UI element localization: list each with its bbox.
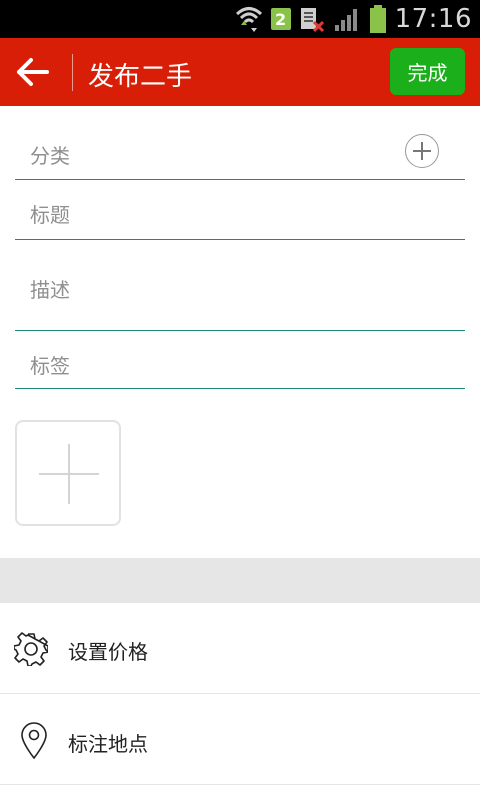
title-placeholder: 标题 bbox=[30, 203, 70, 227]
description-placeholder: 描述 bbox=[30, 278, 70, 302]
no-sim-icon bbox=[300, 8, 324, 33]
location-pin-icon bbox=[21, 722, 47, 759]
header-divider bbox=[72, 54, 73, 91]
add-category-icon[interactable] bbox=[405, 134, 439, 168]
description-field[interactable]: 描述 bbox=[15, 240, 465, 331]
tags-placeholder: 标签 bbox=[30, 354, 70, 378]
category-field[interactable]: 分类 bbox=[15, 106, 465, 180]
set-price-row[interactable]: 设置价格 bbox=[0, 603, 480, 694]
gear-icon bbox=[14, 632, 48, 666]
battery-icon bbox=[369, 5, 386, 33]
clock: 17:16 bbox=[394, 4, 472, 34]
back-button[interactable] bbox=[14, 54, 50, 90]
mark-location-label: 标注地点 bbox=[68, 732, 148, 756]
tags-field[interactable]: 标签 bbox=[15, 331, 465, 389]
mark-location-row[interactable]: 标注地点 bbox=[0, 694, 480, 785]
sim-badge: 2 bbox=[270, 8, 291, 30]
set-price-label: 设置价格 bbox=[68, 640, 148, 664]
page-title: 发布二手 bbox=[88, 62, 193, 92]
category-placeholder: 分类 bbox=[30, 144, 70, 168]
add-photo-button[interactable] bbox=[15, 420, 121, 526]
title-field[interactable]: 标题 bbox=[15, 180, 465, 240]
wifi-icon bbox=[235, 7, 262, 32]
app-header: 发布二手 完成 bbox=[0, 38, 480, 106]
section-separator bbox=[0, 558, 480, 603]
arrow-left-icon bbox=[17, 58, 49, 86]
status-icons: 2 17:16 bbox=[235, 0, 472, 38]
done-button[interactable]: 完成 bbox=[390, 48, 465, 95]
signal-icon bbox=[334, 9, 357, 31]
status-bar: 2 17:16 bbox=[0, 0, 480, 38]
